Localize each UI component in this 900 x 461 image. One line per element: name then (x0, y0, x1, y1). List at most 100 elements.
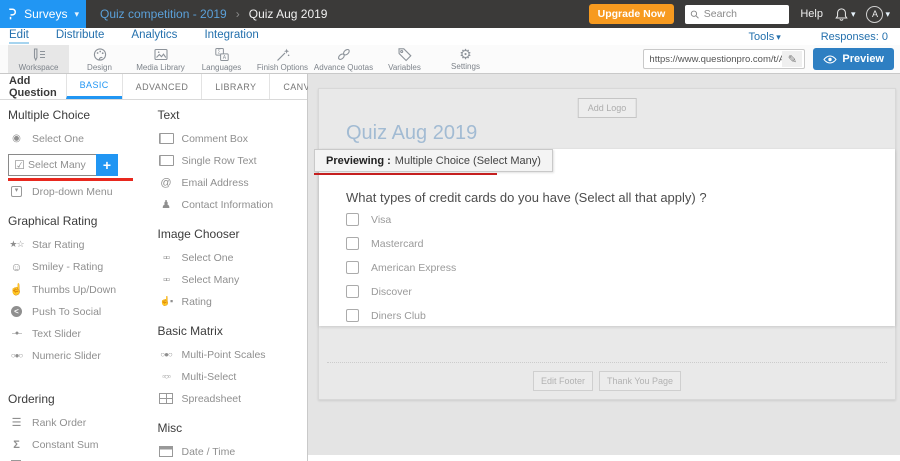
questionpro-logo-icon (7, 5, 17, 23)
survey-title: Quiz Aug 2019 (346, 122, 477, 145)
sidebar-item-thumbs-updown[interactable]: Thumbs Up/Down (8, 283, 158, 296)
edit-url-icon[interactable]: ✎ (782, 51, 802, 67)
notifications-menu[interactable] (834, 7, 856, 22)
sidebar-item-rank-order[interactable]: Rank Order (8, 416, 158, 429)
top-bar: Surveys Quiz competition - 2019 › Quiz A… (0, 0, 900, 28)
menu-item-integration[interactable]: Integration (204, 29, 258, 44)
toolbar-workspace[interactable]: Workspace (8, 45, 69, 73)
email-address-icon (158, 177, 175, 189)
option-label: Mastercard (371, 238, 424, 250)
sidebar-item-contact-information[interactable]: Contact Information (158, 198, 308, 211)
question-types-column-1: Multiple Choice Select One Select Many + (8, 108, 158, 461)
sidebar-item-push-to-social[interactable]: Push To Social (8, 305, 158, 318)
toolbar-design[interactable]: Design (69, 45, 130, 73)
search-input[interactable] (704, 8, 785, 20)
menu-item-analytics[interactable]: Analytics (131, 29, 177, 44)
image-select-one-icon (158, 252, 175, 264)
toolbar-media-library[interactable]: Media Library (130, 45, 191, 73)
tab-basic[interactable]: BASIC (66, 74, 122, 99)
sidebar-item-spreadsheet[interactable]: Spreadsheet (158, 392, 308, 405)
tab-library[interactable]: LIBRARY (201, 74, 269, 99)
toolbar-settings[interactable]: ⚙ Settings (435, 45, 496, 73)
breadcrumb-folder[interactable]: Quiz competition - 2019 (100, 7, 227, 21)
sidebar-item-date-time[interactable]: Date / Time (158, 445, 308, 458)
date-time-icon (158, 446, 175, 457)
sidebar-item-select-many-selected: Select Many + (8, 154, 158, 181)
toolbar-variables[interactable]: Variables (374, 45, 435, 73)
checkbox[interactable] (346, 237, 359, 250)
finish-options-icon (275, 47, 291, 62)
topbar-actions: Upgrade Now Help A (589, 4, 900, 24)
contact-information-icon (158, 198, 175, 211)
add-question-panel: Add Question BASIC ADVANCED LIBRARY CANV… (0, 74, 308, 461)
sidebar-item-image-select-one[interactable]: Select One (158, 251, 308, 264)
sidebar-item-smiley-rating[interactable]: Smiley - Rating (8, 260, 158, 274)
add-question-title: Add Question (0, 74, 66, 99)
sidebar-item-email-address[interactable]: Email Address (158, 176, 308, 189)
sidebar-item-constant-sum[interactable]: Constant Sum (8, 438, 158, 451)
option-row: Visa (346, 213, 456, 226)
option-label: Diners Club (371, 310, 426, 322)
spreadsheet-icon (158, 393, 175, 404)
sidebar-item-text-slider[interactable]: Text Slider (8, 327, 158, 340)
add-select-many-button[interactable]: + (96, 154, 118, 176)
sidebar-item-single-row-text[interactable]: Single Row Text (158, 154, 308, 167)
search-box[interactable] (685, 5, 789, 24)
toolbar-languages[interactable]: ΣA Languages (191, 45, 252, 73)
question-preview-card: Previewing : Multiple Choice (Select Man… (319, 149, 895, 326)
checkbox[interactable] (346, 309, 359, 322)
image-select-many-icon (158, 274, 175, 286)
checkbox[interactable] (346, 285, 359, 298)
option-row: American Express (346, 261, 456, 274)
avatar: A (866, 6, 883, 23)
help-link[interactable]: Help (800, 8, 823, 20)
sidebar-item-multi-point-scales[interactable]: Multi-Point Scales (158, 348, 308, 361)
sidebar-item-dropdown-menu[interactable]: Drop-down Menu (8, 185, 158, 198)
thank-you-page-button[interactable]: Thank You Page (599, 371, 681, 391)
checkbox[interactable] (346, 213, 359, 226)
sidebar-item-image-rating[interactable]: Rating (158, 295, 308, 308)
sidebar-item-comment-box[interactable]: Comment Box (158, 132, 308, 145)
single-row-text-icon (158, 155, 175, 166)
breadcrumb-separator: › (236, 7, 240, 21)
edit-footer-button[interactable]: Edit Footer (533, 371, 593, 391)
menu-item-distribute[interactable]: Distribute (56, 29, 105, 44)
tools-menu[interactable]: Tools (749, 31, 781, 43)
numeric-slider-icon (8, 351, 25, 360)
text-slider-icon (8, 330, 25, 337)
multi-select-icon (158, 372, 175, 381)
account-menu[interactable]: A (866, 6, 890, 23)
survey-url-input[interactable] (644, 54, 782, 65)
preview-button[interactable]: Preview (813, 48, 894, 70)
question-text: What types of credit cards do you have (… (346, 190, 707, 205)
sidebar-item-numeric-slider[interactable]: Numeric Slider (8, 349, 158, 362)
menubar-right: Tools Responses: 0 (749, 31, 900, 43)
toolbar-finish-options[interactable]: Finish Options (252, 45, 313, 73)
tab-advanced[interactable]: ADVANCED (122, 74, 202, 99)
svg-text:Σ: Σ (217, 49, 220, 55)
survey-url-box: ✎ (643, 49, 805, 69)
menu-item-edit[interactable]: Edit (9, 29, 29, 44)
surveys-product-menu[interactable]: Surveys (0, 0, 86, 28)
chevron-down-icon (851, 9, 856, 20)
section-ordering: Ordering Rank Order Constant Sum Drag an… (8, 392, 158, 461)
sidebar-item-star-rating[interactable]: Star Rating (8, 238, 158, 251)
chevron-down-icon (74, 9, 79, 20)
eye-icon (823, 54, 837, 65)
sidebar-item-multi-select[interactable]: Multi-Select (158, 370, 308, 383)
breadcrumb-current-survey: Quiz Aug 2019 (249, 7, 328, 21)
sidebar-item-select-one[interactable]: Select One (8, 132, 158, 145)
checkbox[interactable] (346, 261, 359, 274)
previewing-underline (314, 173, 497, 175)
dropdown-menu-icon (8, 186, 25, 197)
upgrade-now-button[interactable]: Upgrade Now (589, 4, 675, 24)
sidebar-item-image-select-many[interactable]: Select Many (158, 273, 308, 286)
option-label: Discover (371, 286, 412, 298)
responses-count-link[interactable]: Responses: 0 (821, 31, 888, 43)
search-icon (690, 9, 699, 20)
add-logo-button[interactable]: Add Logo (578, 98, 637, 118)
sidebar-item-select-many[interactable]: Select Many + (8, 154, 118, 176)
toolbar-advance-quotas[interactable]: Advance Quotas (313, 45, 374, 73)
section-multiple-choice: Multiple Choice Select One Select Many + (8, 108, 158, 198)
option-row: Diners Club (346, 309, 456, 322)
